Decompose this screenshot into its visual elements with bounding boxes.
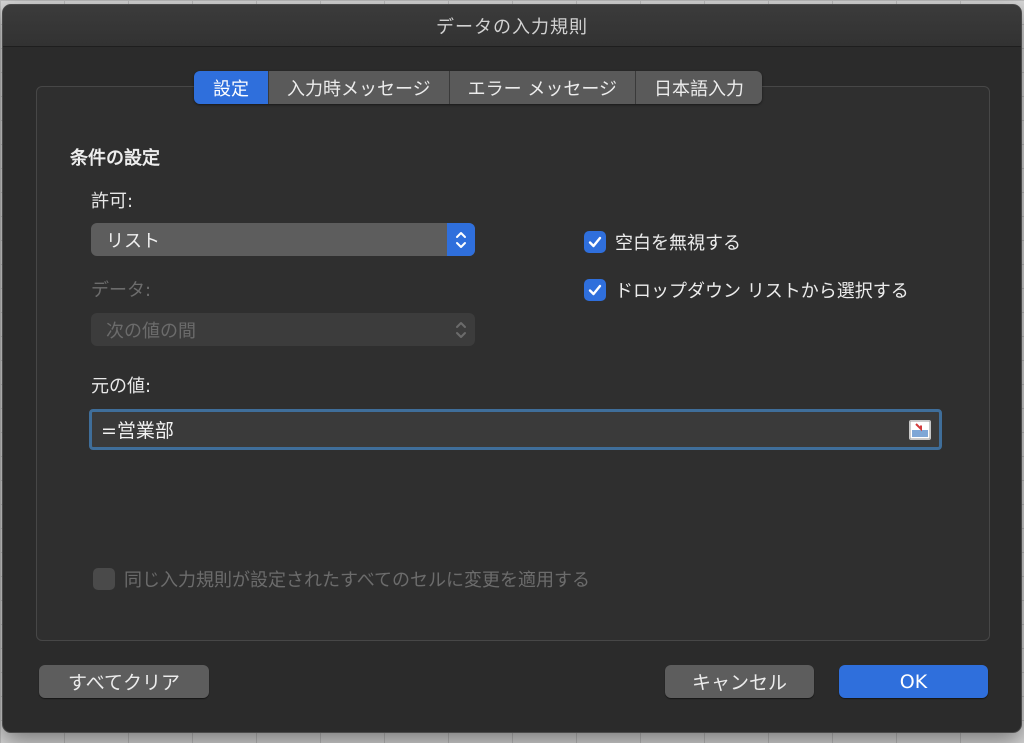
- data-select-stepper: [447, 313, 475, 346]
- ignore-blank-option[interactable]: 空白を無視する: [584, 229, 741, 255]
- source-input[interactable]: =営業部: [89, 409, 942, 450]
- allow-select-stepper[interactable]: [447, 223, 475, 256]
- allow-select-value: リスト: [106, 230, 160, 252]
- dropdown-option[interactable]: ドロップダウン リストから選択する: [584, 277, 909, 303]
- clear-all-button[interactable]: すべてクリア: [39, 665, 209, 698]
- source-input-value: =営業部: [101, 420, 174, 442]
- checkmark-icon: [588, 284, 602, 296]
- data-validation-dialog: データの入力規則 設定 入力時メッセージ エラー メッセージ 日本語入力 条件の…: [2, 4, 1022, 733]
- apply-all-option: 同じ入力規則が設定されたすべてのセルに変更を適用する: [93, 566, 590, 592]
- ignore-blank-label: 空白を無視する: [615, 233, 741, 254]
- dropdown-label: ドロップダウン リストから選択する: [615, 281, 909, 302]
- ignore-blank-checkbox[interactable]: [584, 231, 606, 253]
- range-collapse-icon[interactable]: [909, 420, 931, 440]
- allow-select[interactable]: リスト: [91, 223, 475, 256]
- checkmark-icon: [588, 236, 602, 248]
- updown-chevron-icon: [456, 231, 466, 248]
- data-select-value: 次の値の間: [106, 320, 196, 342]
- ok-button[interactable]: OK: [839, 665, 988, 698]
- dialog-titlebar: データの入力規則: [3, 5, 1021, 47]
- data-label: データ:: [91, 280, 152, 301]
- updown-chevron-icon: [456, 321, 466, 338]
- allow-label: 許可:: [91, 191, 134, 212]
- tab-settings[interactable]: 設定: [194, 71, 268, 104]
- settings-panel: [36, 86, 990, 641]
- tab-error-message[interactable]: エラー メッセージ: [448, 71, 636, 104]
- source-label: 元の値:: [91, 376, 152, 397]
- criteria-section-title: 条件の設定: [70, 148, 160, 169]
- dialog-title: データの入力規則: [436, 16, 588, 38]
- cancel-button[interactable]: キャンセル: [665, 665, 814, 698]
- tab-bar: 設定 入力時メッセージ エラー メッセージ 日本語入力: [194, 71, 763, 104]
- data-select: 次の値の間: [91, 313, 475, 346]
- tab-japanese-input[interactable]: 日本語入力: [635, 71, 763, 104]
- apply-all-checkbox: [93, 568, 115, 590]
- apply-all-label: 同じ入力規則が設定されたすべてのセルに変更を適用する: [124, 570, 591, 591]
- dropdown-checkbox[interactable]: [584, 279, 606, 301]
- tab-input-message[interactable]: 入力時メッセージ: [268, 71, 449, 104]
